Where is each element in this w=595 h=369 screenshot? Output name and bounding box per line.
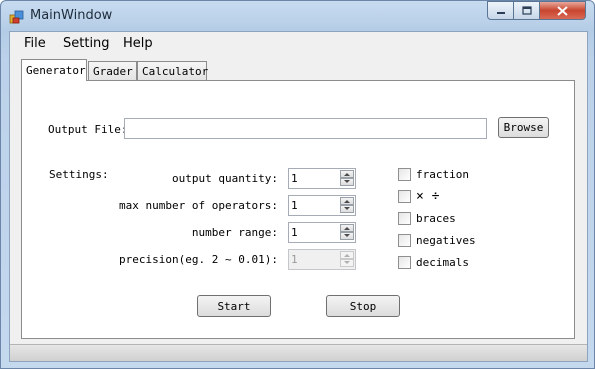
braces-label: braces	[416, 212, 456, 225]
negatives-label: negatives	[416, 234, 476, 247]
fraction-label: fraction	[416, 168, 469, 181]
muldiv-label: × ÷	[416, 189, 440, 204]
stepper-down-button[interactable]	[340, 205, 354, 213]
stepper-down-button	[340, 259, 354, 267]
stepper-down-button[interactable]	[340, 232, 354, 240]
browse-button[interactable]: Browse	[498, 117, 549, 138]
tab-grader[interactable]: Grader	[88, 61, 137, 80]
output-quantity-value: 1	[291, 172, 298, 185]
precision-stepper: 1	[288, 249, 356, 270]
arrow-down-icon	[344, 180, 350, 183]
number-range-value: 1	[291, 226, 298, 239]
app-icon	[9, 10, 24, 24]
max-operators-value: 1	[291, 199, 298, 212]
arrow-down-icon	[344, 261, 350, 264]
arrow-up-icon	[344, 200, 350, 203]
max-operators-stepper[interactable]: 1	[288, 195, 356, 216]
title-bar[interactable]: MainWindow	[1, 1, 594, 31]
arrow-up-icon	[344, 227, 350, 230]
client-area: File Setting Help Generator Grader Calcu…	[9, 31, 588, 362]
number-range-label: number range:	[191, 226, 278, 239]
max-operators-label: max number of operators:	[119, 199, 278, 212]
menu-file[interactable]: File	[24, 36, 46, 51]
arrow-up-icon	[344, 254, 350, 257]
output-file-label: Output File:	[48, 123, 128, 136]
stepper-down-button[interactable]	[340, 178, 354, 186]
arrow-down-icon	[344, 207, 350, 210]
maximize-icon	[521, 6, 532, 15]
menu-setting[interactable]: Setting	[63, 36, 110, 51]
output-file-input[interactable]	[124, 118, 487, 139]
precision-value: 1	[291, 253, 298, 266]
stepper-up-button[interactable]	[340, 197, 354, 205]
decimals-checkbox[interactable]	[398, 256, 411, 269]
close-button[interactable]	[540, 1, 586, 20]
stepper-up-button[interactable]	[340, 224, 354, 232]
output-quantity-stepper[interactable]: 1	[288, 168, 356, 189]
decimals-label: decimals	[416, 256, 469, 269]
main-window: MainWindow File Setting Help Generator G…	[0, 0, 595, 369]
negatives-checkbox[interactable]	[398, 234, 411, 247]
fraction-checkbox[interactable]	[398, 168, 411, 181]
settings-label: Settings:	[49, 168, 109, 181]
precision-label: precision(eg. 2 ~ 0.01):	[119, 253, 278, 266]
output-quantity-label: output quantity:	[172, 172, 278, 185]
start-button[interactable]: Start	[197, 295, 271, 317]
menu-bar: File Setting Help	[10, 32, 587, 56]
stop-button[interactable]: Stop	[326, 295, 400, 317]
generator-panel: Output File: Browse Settings: output qua…	[21, 80, 575, 339]
menu-help[interactable]: Help	[123, 36, 153, 51]
close-icon	[557, 5, 568, 16]
muldiv-checkbox[interactable]	[398, 190, 411, 203]
braces-checkbox[interactable]	[398, 212, 411, 225]
status-bar	[10, 344, 587, 361]
stepper-up-button[interactable]	[340, 170, 354, 178]
minimize-icon	[496, 11, 505, 14]
window-title: MainWindow	[30, 8, 113, 23]
arrow-up-icon	[344, 173, 350, 176]
tab-calculator[interactable]: Calculator	[137, 61, 208, 80]
minimize-button[interactable]	[487, 1, 514, 20]
stepper-up-button	[340, 251, 354, 259]
tab-generator[interactable]: Generator	[21, 59, 87, 81]
number-range-stepper[interactable]: 1	[288, 222, 356, 243]
arrow-down-icon	[344, 234, 350, 237]
maximize-button[interactable]	[514, 1, 540, 20]
